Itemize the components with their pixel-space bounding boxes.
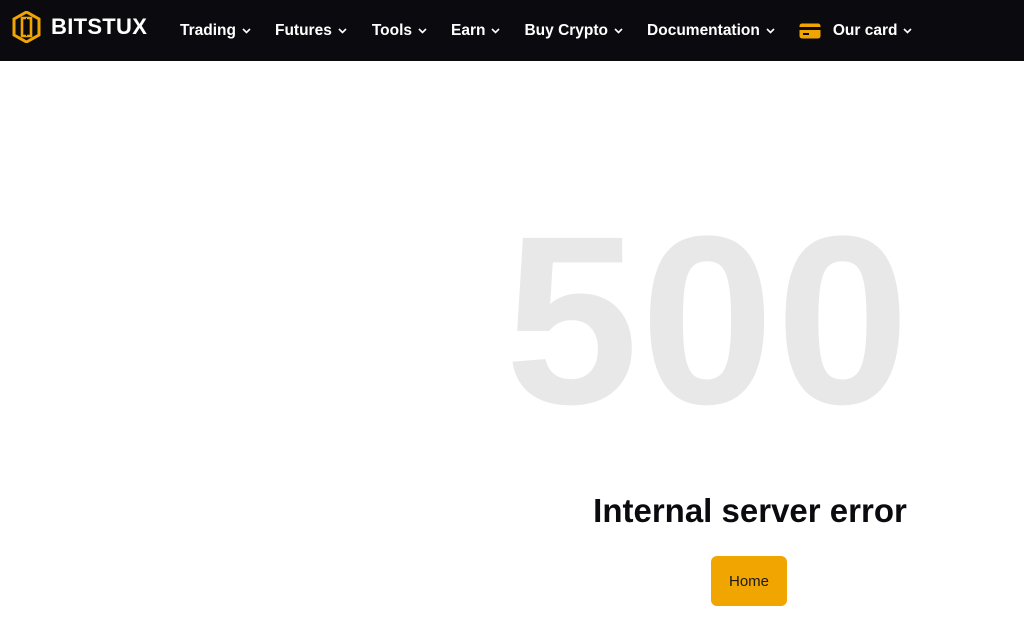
nav-item-buy-crypto[interactable]: Buy Crypto bbox=[524, 22, 623, 40]
home-button[interactable]: Home bbox=[711, 556, 787, 606]
top-navigation-bar: BITSTUX Trading Futures Tools Earn Buy C… bbox=[0, 0, 1024, 61]
bitstux-logo-icon bbox=[12, 11, 41, 43]
chevron-down-icon bbox=[614, 28, 623, 34]
chevron-down-icon bbox=[903, 28, 913, 34]
brand-name: BITSTUX bbox=[51, 14, 148, 39]
nav-item-label: Trading bbox=[180, 21, 236, 39]
error-code: 500 bbox=[505, 186, 912, 454]
chevron-down-icon bbox=[766, 28, 775, 34]
nav-item-futures[interactable]: Futures bbox=[275, 22, 347, 40]
chevron-down-icon bbox=[242, 28, 251, 34]
brand-logo-link[interactable]: BITSTUX bbox=[12, 11, 147, 43]
nav-item-documentation[interactable]: Documentation bbox=[647, 22, 775, 40]
chevron-down-icon bbox=[338, 28, 347, 34]
nav-item-tools[interactable]: Tools bbox=[372, 22, 427, 40]
nav-item-label: Tools bbox=[371, 21, 413, 39]
nav-item-earn[interactable]: Earn bbox=[451, 21, 501, 40]
nav-item-label: Futures bbox=[274, 21, 332, 39]
chevron-down-icon bbox=[418, 28, 427, 34]
main-nav: Trading Futures Tools Earn Buy Crypto Do… bbox=[180, 0, 913, 61]
nav-item-label: Buy Crypto bbox=[524, 21, 609, 39]
nav-item-our-card[interactable]: Our card bbox=[799, 22, 913, 40]
error-title: Internal server error bbox=[593, 492, 907, 529]
credit-card-icon bbox=[799, 23, 821, 38]
nav-item-label: Documentation bbox=[647, 21, 760, 39]
chevron-down-icon bbox=[491, 28, 501, 34]
nav-item-trading[interactable]: Trading bbox=[180, 22, 251, 40]
nav-item-label: Our card bbox=[832, 21, 898, 39]
nav-item-label: Earn bbox=[451, 21, 486, 39]
